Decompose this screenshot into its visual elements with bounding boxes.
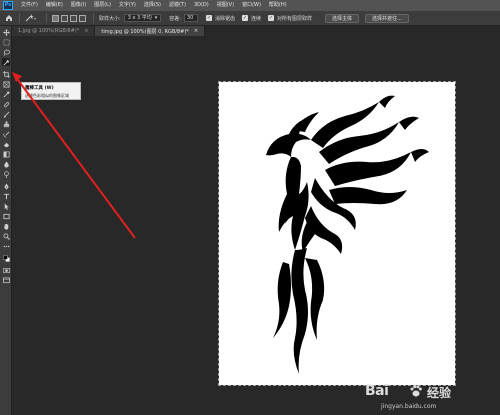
watermark-brand: Bai	[365, 383, 389, 399]
history-brush-tool-icon[interactable]	[2, 130, 10, 138]
subtract-selection-mode-icon[interactable]	[70, 14, 77, 22]
magic-wand-tool-icon[interactable]	[2, 58, 10, 66]
eraser-tool-icon[interactable]	[2, 140, 10, 148]
healing-brush-tool-icon[interactable]	[2, 100, 10, 108]
menu-view[interactable]: 视图(V)	[217, 0, 234, 11]
photoshop-logo: Ps	[3, 1, 13, 10]
menu-image[interactable]: 图像(I)	[71, 0, 86, 11]
sample-all-layers-checkbox[interactable]: ✓ 对所有图层取样	[268, 15, 312, 22]
antialias-checkbox[interactable]: ✓ 消除锯齿	[205, 14, 235, 22]
type-tool-icon[interactable]	[2, 192, 10, 200]
baidu-watermark: Bai 经验 jingyan.baidu.com	[365, 383, 495, 413]
sample-size-select[interactable]: 3 x 3 平均 ▾	[123, 14, 162, 22]
eyedropper-tool-icon[interactable]	[2, 90, 10, 98]
frame-tool-icon[interactable]	[2, 80, 10, 88]
tool-tooltip: 魔棒工具 (W) 选择色彩相似的图像区域	[21, 82, 81, 100]
intersect-selection-mode-icon[interactable]	[79, 14, 86, 22]
separator	[46, 13, 47, 23]
pen-tool-icon[interactable]	[2, 182, 10, 190]
close-icon[interactable]: ×	[194, 28, 198, 34]
menu-edit[interactable]: 编辑(E)	[46, 0, 63, 11]
document-canvas[interactable]	[218, 81, 456, 386]
tab-label: timg.jpg @ 100%(图层 0, RGB/8#)*	[101, 28, 189, 35]
tooltip-description: 选择色彩相似的图像区域	[25, 93, 69, 98]
menu-type[interactable]: 文字(Y)	[119, 0, 136, 11]
add-selection-mode-icon[interactable]	[61, 14, 68, 22]
zoom-tool-icon[interactable]	[2, 232, 10, 240]
document-tabs: 1.jpg @ 100%(RGB/8#)* × timg.jpg @ 100%(…	[12, 26, 500, 36]
tolerance-input[interactable]: 30	[183, 14, 198, 22]
sample-size-label: 取样大小:	[99, 15, 121, 22]
chevron-down-icon: ▾	[154, 15, 158, 21]
sample-all-layers-label: 对所有图层取样	[277, 15, 313, 22]
tools-panel	[0, 26, 12, 415]
options-bar: 取样大小: 3 x 3 平均 ▾ 容差: 30 ✓ 消除锯齿 ✓ 连续 ✓ 对所…	[0, 11, 500, 26]
separator	[93, 13, 94, 23]
screen-mode-icon[interactable]	[2, 276, 10, 284]
phoenix-artwork	[266, 95, 429, 374]
menu-window[interactable]: 窗口(W)	[242, 0, 261, 11]
menu-bar: Ps 文件(F) 编辑(E) 图像(I) 图层(L) 文字(Y) 选择(S) 滤…	[0, 0, 500, 11]
contiguous-checkbox[interactable]: ✓ 连续	[242, 15, 261, 22]
check-icon: ✓	[242, 14, 248, 21]
check-icon: ✓	[205, 14, 212, 21]
gradient-tool-icon[interactable]	[2, 150, 10, 158]
paw-icon	[410, 385, 422, 397]
home-icon[interactable]	[4, 13, 14, 23]
blur-tool-icon[interactable]	[2, 160, 10, 168]
marquee-tool-icon[interactable]	[2, 38, 10, 46]
lasso-tool-icon[interactable]	[2, 48, 10, 56]
tab-document-timg[interactable]: timg.jpg @ 100%(图层 0, RGB/8#)* ×	[95, 26, 206, 36]
watermark-brand-cn: 经验	[427, 386, 452, 400]
brush-tool-icon[interactable]	[2, 110, 10, 118]
menu-filter[interactable]: 滤镜(T)	[169, 0, 186, 11]
path-selection-tool-icon[interactable]	[2, 202, 10, 210]
new-selection-mode-icon[interactable]	[52, 14, 59, 22]
magic-wand-tool-preset-icon[interactable]	[25, 13, 41, 23]
tab-label: 1.jpg @ 100%(RGB/8#)*	[18, 28, 80, 34]
close-icon[interactable]: ×	[84, 28, 88, 34]
menu-3d[interactable]: 3D(D)	[194, 0, 209, 11]
quick-mask-icon[interactable]	[2, 266, 10, 274]
select-subject-button[interactable]: 选择主体	[325, 13, 360, 23]
crop-tool-icon[interactable]	[2, 70, 10, 78]
tooltip-title: 魔棒工具 (W)	[25, 86, 54, 91]
rectangle-tool-icon[interactable]	[2, 212, 10, 220]
more-tools-icon[interactable]	[2, 242, 10, 250]
hand-tool-icon[interactable]	[2, 222, 10, 230]
check-icon: ✓	[268, 14, 275, 21]
watermark-url: jingyan.baidu.com	[381, 403, 437, 410]
separator	[19, 13, 20, 23]
move-tool-icon[interactable]	[2, 28, 10, 36]
contiguous-label: 连续	[251, 15, 262, 22]
menu-help[interactable]: 帮助(H)	[269, 0, 287, 11]
dodge-tool-icon[interactable]	[2, 170, 10, 178]
foreground-background-color-icon[interactable]	[2, 254, 10, 262]
antialias-label: 消除锯齿	[214, 15, 235, 22]
tolerance-label: 容差:	[169, 15, 181, 22]
menu-file[interactable]: 文件(F)	[21, 0, 38, 11]
menu-layer[interactable]: 图层(L)	[94, 0, 111, 11]
menu-select[interactable]: 选择(S)	[144, 0, 161, 11]
tab-document-1[interactable]: 1.jpg @ 100%(RGB/8#)* ×	[12, 26, 96, 36]
sample-size-value: 3 x 3 平均	[127, 15, 152, 21]
select-and-mask-button[interactable]: 选择并遮住...	[365, 13, 409, 23]
clone-stamp-tool-icon[interactable]	[2, 120, 10, 128]
